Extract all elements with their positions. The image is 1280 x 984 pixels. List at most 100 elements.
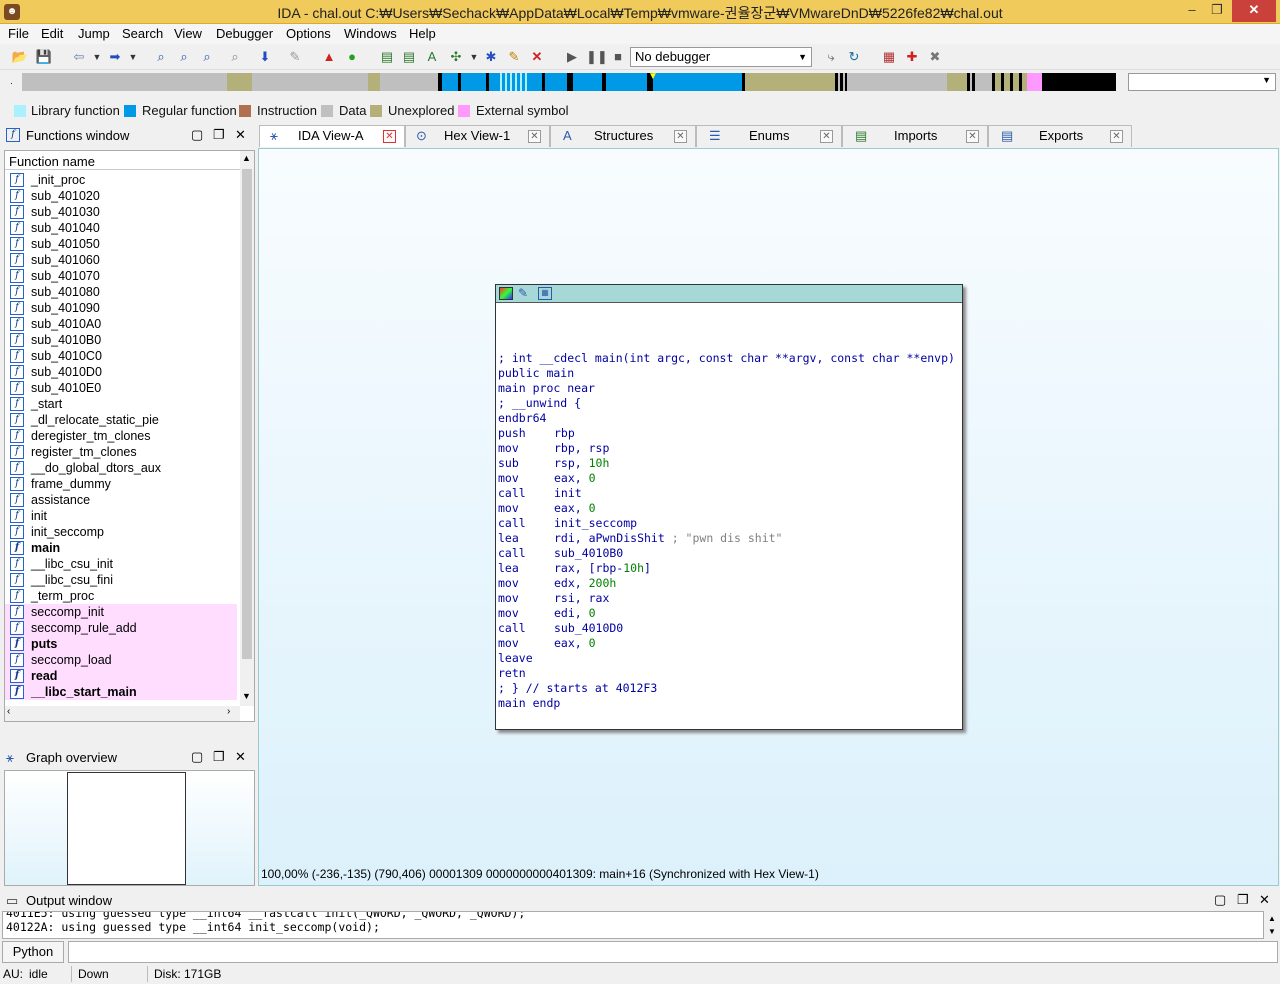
refresh-icon[interactable]: ↻ (845, 48, 863, 66)
function-row[interactable]: f deregister_tm_clones (5, 428, 237, 444)
asm-line[interactable]: mov edx, 200h (498, 576, 616, 591)
function-row[interactable]: f sub_401060 (5, 252, 237, 268)
float-panel-icon[interactable]: ▢ (1214, 892, 1226, 908)
function-row[interactable]: f sub_4010A0 (5, 316, 237, 332)
close-panel-icon[interactable]: ✕ (1259, 892, 1270, 908)
forward-dropdown-icon[interactable]: ▼ (124, 48, 142, 66)
overview-viewport[interactable] (67, 772, 186, 885)
tab-hex-view-1[interactable]: ⊙ Hex View-1 ✕ (405, 125, 550, 147)
code-icon[interactable]: ▤ (378, 48, 396, 66)
node-header[interactable]: ✎ ▦ (496, 285, 962, 303)
scroll-down-icon[interactable]: ▼ (242, 691, 251, 701)
function-row[interactable]: f sub_401050 (5, 236, 237, 252)
function-row[interactable]: f sub_401030 (5, 204, 237, 220)
function-row[interactable]: f seccomp_load (5, 652, 237, 668)
function-row[interactable]: f assistance (5, 492, 237, 508)
scroll-up-icon[interactable]: ▲ (242, 153, 251, 163)
asm-line[interactable]: sub rsp, 10h (498, 456, 609, 471)
nav-dropdown[interactable]: ▼ (1128, 73, 1276, 91)
remove-breakpoint-icon[interactable]: ✖ (926, 48, 944, 66)
python-command-input[interactable] (68, 941, 1278, 963)
function-row[interactable]: f register_tm_clones (5, 444, 237, 460)
asm-line[interactable]: call sub_4010B0 (498, 546, 623, 561)
function-row[interactable]: f sub_4010C0 (5, 348, 237, 364)
stop-icon[interactable]: ■ (609, 48, 627, 66)
close-window-button[interactable]: ✕ (1232, 0, 1276, 22)
asm-line[interactable]: ; } // starts at 4012F3 (498, 681, 657, 696)
back-arrow-icon[interactable]: ⇦ (70, 48, 88, 66)
function-row[interactable]: f sub_401090 (5, 300, 237, 316)
search-text-icon[interactable]: ⌕ (152, 48, 170, 66)
asm-line[interactable]: endbr64 (498, 411, 546, 426)
close-tab-icon[interactable]: ✕ (528, 130, 541, 143)
horizontal-scrollbar[interactable]: ‹ › (5, 706, 240, 721)
tab-ida-view-a[interactable]: ⚹ IDA View-A ✕ (259, 125, 405, 147)
save-icon[interactable]: 💾 (35, 48, 53, 66)
asm-line[interactable]: retn (498, 666, 526, 681)
float-panel-icon[interactable]: ▢ (191, 749, 203, 765)
asm-line[interactable]: ; int __cdecl main(int argc, const char … (498, 351, 955, 366)
back-dropdown-icon[interactable]: ▼ (88, 48, 106, 66)
function-row[interactable]: f sub_4010D0 (5, 364, 237, 380)
color-node-icon[interactable] (499, 287, 513, 300)
asm-line[interactable]: lea rax, [rbp-10h] (498, 561, 651, 576)
menu-search[interactable]: Search (122, 26, 163, 41)
asm-line[interactable]: public main (498, 366, 574, 381)
function-row[interactable]: f _term_proc (5, 588, 237, 604)
function-row[interactable]: f __libc_csu_fini (5, 572, 237, 588)
asm-line[interactable]: mov rsi, rax (498, 591, 609, 606)
function-row[interactable]: f __libc_start_main (5, 684, 237, 700)
minimize-button[interactable]: – (1180, 0, 1204, 22)
menu-view[interactable]: View (174, 26, 202, 41)
asm-line[interactable]: leave (498, 651, 533, 666)
scroll-left-icon[interactable]: ‹ (7, 706, 10, 717)
menu-file[interactable]: File (8, 26, 29, 41)
close-tab-icon[interactable]: ✕ (820, 130, 833, 143)
open-file-icon[interactable]: 📂 (11, 48, 29, 66)
restore-button[interactable]: ❐ (1204, 0, 1230, 22)
graph-overview-panel[interactable] (4, 770, 255, 886)
restore-panel-icon[interactable]: ❐ (213, 127, 225, 143)
close-tab-icon[interactable]: ✕ (1110, 130, 1123, 143)
search-immediate-icon[interactable]: ⌕ (198, 48, 216, 66)
menu-debugger[interactable]: Debugger (216, 26, 273, 41)
vertical-scrollbar[interactable]: ▲ ▼ (240, 151, 254, 706)
function-row[interactable]: f _start (5, 396, 237, 412)
jump-down-icon[interactable]: ⬇ (256, 48, 274, 66)
function-row[interactable]: f sub_401040 (5, 220, 237, 236)
asm-line[interactable]: call init_seccomp (498, 516, 637, 531)
function-row[interactable]: f sub_4010E0 (5, 380, 237, 396)
function-row[interactable]: f seccomp_init (5, 604, 237, 620)
array-dropdown-icon[interactable]: ▼ (465, 48, 483, 66)
function-row[interactable]: f puts (5, 636, 237, 652)
function-name-column-header[interactable]: Function name (5, 151, 254, 170)
function-row[interactable]: f sub_401080 (5, 284, 237, 300)
tab-structures[interactable]: A Structures ✕ (550, 125, 696, 147)
asm-line[interactable]: main proc near (498, 381, 595, 396)
function-row[interactable]: f main (5, 540, 237, 556)
tab-imports[interactable]: ▤ Imports ✕ (842, 125, 988, 147)
play-icon[interactable]: ▶ (563, 48, 581, 66)
close-tab-icon[interactable]: ✕ (383, 130, 396, 143)
scroll-thumb[interactable] (242, 169, 252, 659)
function-row[interactable]: f read (5, 668, 237, 684)
menu-options[interactable]: Options (286, 26, 331, 41)
asm-line[interactable]: mov rbp, rsp (498, 441, 609, 456)
function-row[interactable]: f __libc_csu_init (5, 556, 237, 572)
function-row[interactable]: f sub_401070 (5, 268, 237, 284)
asm-line[interactable]: push rbp (498, 426, 575, 441)
tab-enums[interactable]: ☰ Enums ✕ (696, 125, 842, 147)
function-row[interactable]: f frame_dummy (5, 476, 237, 492)
nav-left-arrow-icon[interactable]: · (10, 78, 13, 88)
breakpoint-list-icon[interactable]: ▦ (880, 48, 898, 66)
function-row[interactable]: f init (5, 508, 237, 524)
function-row[interactable]: f seccomp_rule_add (5, 620, 237, 636)
string-icon[interactable]: A (423, 48, 441, 66)
function-node-main[interactable]: ✎ ▦ ; int __cdecl main(int argc, const c… (495, 284, 963, 730)
function-row[interactable]: f sub_401020 (5, 188, 237, 204)
output-log[interactable]: 4011E5: using guessed type __int64 __fas… (2, 911, 1264, 939)
asm-line[interactable]: call sub_4010D0 (498, 621, 623, 636)
scroll-right-icon[interactable]: › (227, 706, 230, 717)
attach-icon[interactable]: ⤷ (822, 48, 840, 66)
data-icon[interactable]: ▤ (400, 48, 418, 66)
